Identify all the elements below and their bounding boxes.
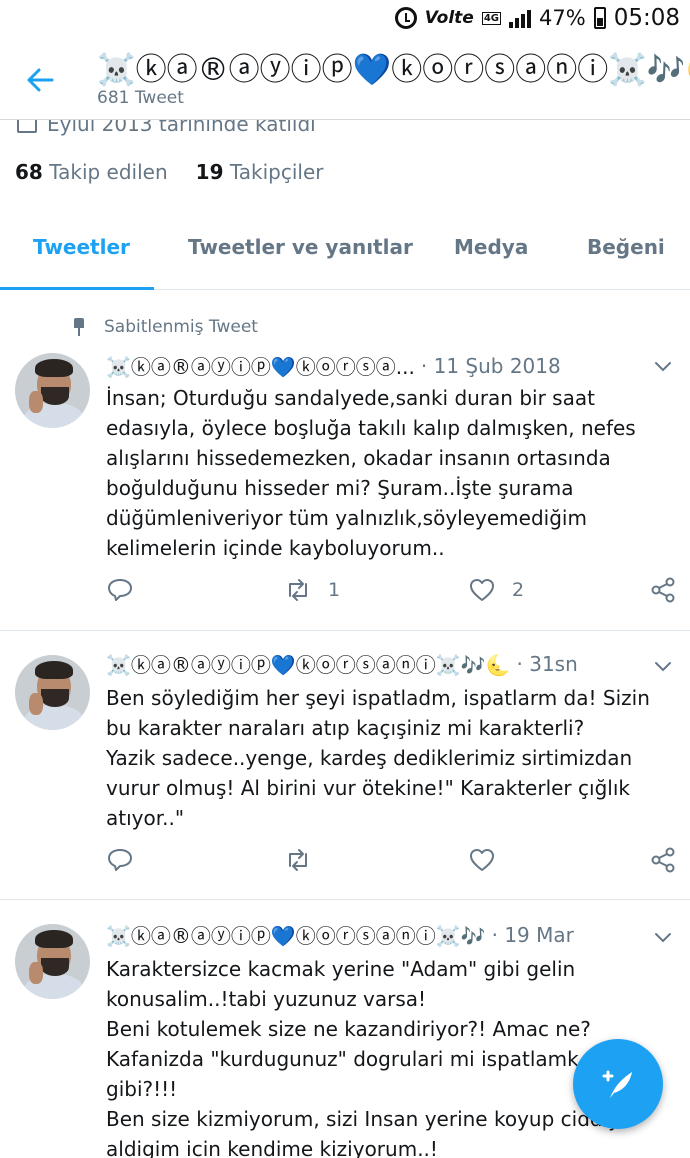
tweet-author-name[interactable]: ☠️ⓚⓐ®ⓐⓨⓘⓟ💙ⓚⓞⓡⓢⓐ... [106,351,415,380]
compose-feather-icon [602,1070,632,1098]
back-button[interactable] [22,62,58,98]
tweet-text: İnsan; Oturduğu sandalyede,sanki duran b… [106,386,636,560]
avatar[interactable] [15,655,90,730]
chevron-down-icon [655,933,671,943]
tweet-header: ☠️ⓚⓐ®ⓐⓨⓘⓟ💙ⓚⓞⓡⓢⓐⓝⓘ☠️🎶🌜 · 31sn [106,649,578,678]
follow-stats: 68 Takip edilen 19 Takipçiler [15,160,324,184]
tab-tweets-and-replies[interactable]: Tweetler ve yanıtlar [188,235,413,259]
profile-tabs: Tweetler Tweetler ve yanıtlar Medya Beğe… [0,210,690,290]
tweet-count: 681 Tweet [97,88,184,108]
share-icon [651,847,675,873]
tweet-item[interactable]: ☠️ⓚⓐ®ⓐⓨⓘⓟ💙ⓚⓞⓡⓢⓐⓝⓘ☠️🎶 · 19 Mar Karaktersi… [0,900,690,1158]
followers-count: 19 [195,160,224,184]
pin-icon [72,318,86,336]
compose-tweet-button[interactable] [573,1039,663,1129]
retweet-count: 1 [328,579,341,601]
status-icons: Volte 4G 47% 05:08 [394,5,680,31]
share-icon [651,577,675,603]
tweet-menu-button[interactable] [652,355,674,377]
tweet-item-pinned[interactable]: Sabitlenmiş Tweet ☠️ⓚⓐ®ⓐⓨⓘⓟ💙ⓚⓞⓡⓢⓐ... · 1… [0,291,690,631]
following-count: 68 [15,160,43,184]
like-count: 2 [512,579,525,601]
share-button[interactable] [649,576,677,604]
alarm-icon [394,7,417,29]
reply-icon [108,579,132,601]
tab-tweets[interactable]: Tweetler [33,235,130,259]
like-button[interactable] [468,846,512,874]
like-button[interactable]: 2 [468,576,524,604]
reply-button[interactable] [106,846,134,874]
chevron-down-icon [655,362,671,372]
tweet-text: Ben söylediğim her şeyi ispatladm, ispat… [106,686,650,830]
retweet-button[interactable]: 1 [284,576,340,604]
profile-display-name: ☠️ⓚⓐ®ⓐⓨⓘⓟ💙ⓚⓞⓡⓢⓐⓝⓘ☠️🎶🌜 [97,52,690,88]
retweet-button[interactable] [284,846,328,874]
tab-likes[interactable]: Beğeni [587,235,665,259]
retweet-icon [289,579,307,601]
following-label: Takip edilen [49,160,168,184]
reply-icon [108,849,132,871]
tweet-timestamp: · 31sn [516,651,578,676]
profile-header-bar: ☠️ⓚⓐ®ⓐⓨⓘⓟ💙ⓚⓞⓡⓢⓐⓝⓘ☠️🎶🌜 681 Tweet [0,40,690,120]
tweet-timestamp: · 11 Şub 2018 [420,353,561,378]
retweet-icon [289,849,307,871]
tab-media[interactable]: Medya [454,235,528,259]
active-tab-indicator [0,287,154,290]
clock: 05:08 [613,5,680,31]
pinned-label: Sabitlenmiş Tweet [104,317,258,337]
status-bar: Volte 4G 47% 05:08 [0,0,690,40]
tweet-header: ☠️ⓚⓐ®ⓐⓨⓘⓟ💙ⓚⓞⓡⓢⓐ... · 11 Şub 2018 [106,351,561,380]
tweet-timestamp: · 19 Mar [491,922,574,947]
battery-percent: 47% [539,6,586,30]
pinned-label-row: Sabitlenmiş Tweet [72,317,258,337]
tweet-header: ☠️ⓚⓐ®ⓐⓨⓘⓟ💙ⓚⓞⓡⓢⓐⓝⓘ☠️🎶 · 19 Mar [106,920,574,949]
heart-icon [470,579,494,601]
tweet-menu-button[interactable] [652,926,674,948]
avatar[interactable] [15,353,90,428]
tweet-author-name[interactable]: ☠️ⓚⓐ®ⓐⓨⓘⓟ💙ⓚⓞⓡⓢⓐⓝⓘ☠️🎶🌜 [106,649,511,678]
battery-icon [593,7,606,29]
tweet-actions: 1 2 [106,576,676,606]
chevron-down-icon [655,662,671,672]
tweet-author-name[interactable]: ☠️ⓚⓐ®ⓐⓨⓘⓟ💙ⓚⓞⓡⓢⓐⓝⓘ☠️🎶 [106,920,486,949]
tweet-menu-button[interactable] [652,655,674,677]
followers-link[interactable]: 19 Takipçiler [196,160,324,184]
network-type-badge: 4G [481,11,502,25]
following-link[interactable]: 68 Takip edilen [15,160,168,184]
signal-icon [509,8,532,28]
avatar[interactable] [15,924,90,999]
share-button[interactable] [649,846,677,874]
network-label: Volte [424,8,474,28]
tweet-actions [106,846,676,876]
arrow-left-icon [27,68,54,92]
followers-label: Takipçiler [229,160,324,184]
tweet-item[interactable]: ☠️ⓚⓐ®ⓐⓨⓘⓟ💙ⓚⓞⓡⓢⓐⓝⓘ☠️🎶🌜 · 31sn Ben söyledi… [0,631,690,900]
heart-icon [470,849,494,871]
reply-button[interactable] [106,576,134,604]
